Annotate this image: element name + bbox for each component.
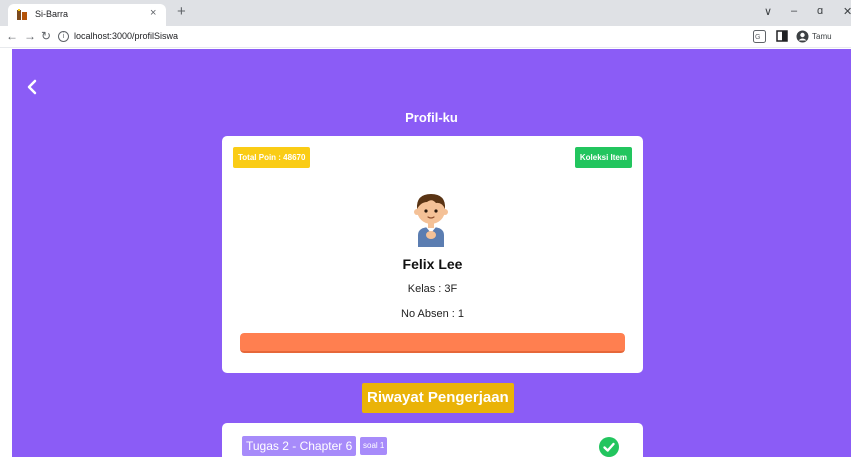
check-circle-icon: [599, 437, 619, 457]
profile-label[interactable]: Tamu: [812, 32, 832, 41]
profile-card: Total Poin : 48670 Koleksi Item Felix Le…: [222, 136, 643, 373]
account-icon[interactable]: [796, 30, 809, 43]
translate-icon[interactable]: G: [753, 30, 766, 43]
progress-fill: [240, 333, 625, 353]
forward-arrow-icon[interactable]: →: [24, 29, 36, 43]
tab-search-chevron-icon[interactable]: ∨: [764, 5, 772, 18]
page-title: Profil-ku: [405, 110, 458, 125]
sidepanel-icon[interactable]: [776, 30, 788, 42]
page-content: Profil-ku Total Poin : 48670 Koleksi Ite…: [12, 49, 851, 457]
minimize-button[interactable]: –: [791, 5, 797, 17]
task-card[interactable]: Tugas 2 - Chapter 6 soal 1: [222, 423, 643, 457]
tab-title: Si-Barra: [35, 9, 69, 19]
browser-tab[interactable]: Si-Barra ×: [8, 4, 166, 26]
plus-icon[interactable]: +: [177, 4, 186, 20]
close-window-button[interactable]: ✕: [843, 5, 851, 18]
chevron-left-icon[interactable]: [26, 79, 38, 95]
svg-text:G: G: [755, 34, 760, 41]
riwayat-pengerjaan-button[interactable]: Riwayat Pengerjaan: [362, 383, 514, 413]
favicon-icon: [17, 9, 27, 20]
progress-bar: [240, 333, 625, 353]
student-avatar-icon: [414, 194, 448, 247]
student-name: Felix Lee: [402, 256, 463, 272]
student-class: Kelas : 3F: [407, 283, 458, 295]
student-absen-number: No Absen : 1: [401, 308, 464, 320]
address-bar[interactable]: localhost:3000/profilSiswa: [74, 31, 178, 41]
task-soal-badge: soal 1: [360, 437, 388, 455]
close-icon[interactable]: ×: [150, 7, 156, 19]
info-icon[interactable]: i: [58, 31, 69, 42]
task-title: Tugas 2 - Chapter 6: [242, 436, 357, 456]
back-arrow-icon[interactable]: ←: [6, 29, 18, 43]
koleksi-item-button[interactable]: Koleksi Item: [574, 147, 632, 168]
browser-toolbar: ← → ↻ i localhost:3000/profilSiswa G Tam…: [0, 26, 851, 48]
browser-window: Si-Barra × + ∨ – ɑ ✕ ← → ↻ i localhost:3…: [0, 0, 851, 457]
total-poin-badge: Total Poin : 48670: [233, 147, 311, 168]
reload-icon[interactable]: ↻: [41, 29, 51, 43]
tab-strip: Si-Barra × + ∨ – ɑ ✕: [0, 0, 851, 26]
restore-button[interactable]: ɑ: [817, 5, 823, 17]
